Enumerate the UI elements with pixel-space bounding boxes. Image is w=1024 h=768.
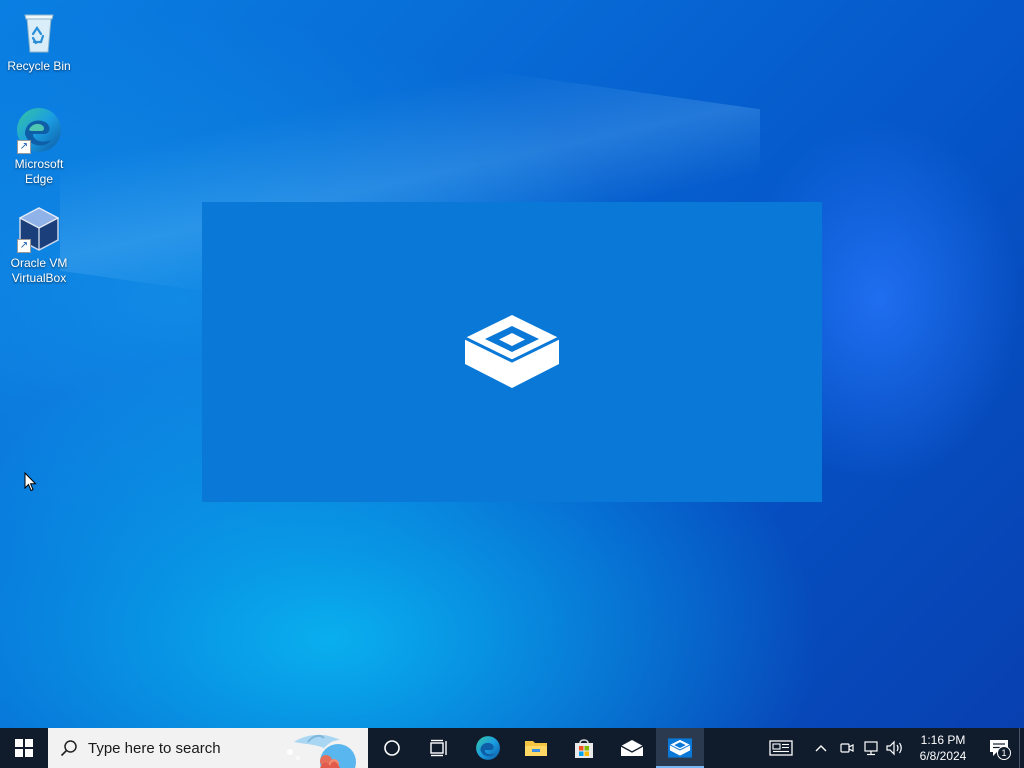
system-tray: 1:16 PM 6/8/2024 1 bbox=[761, 728, 1024, 768]
news-and-interests-button[interactable] bbox=[761, 728, 801, 768]
start-button[interactable] bbox=[0, 728, 48, 768]
file-explorer-icon bbox=[525, 741, 547, 756]
shortcut-arrow-icon: ↗ bbox=[17, 239, 31, 253]
recycle-bin-icon bbox=[15, 8, 63, 56]
edge-icon bbox=[476, 736, 500, 760]
shortcut-arrow-icon: ↗ bbox=[17, 140, 31, 154]
network-button[interactable] bbox=[859, 728, 883, 768]
meet-now-button[interactable] bbox=[835, 728, 859, 768]
task-view-icon bbox=[430, 739, 447, 757]
volume-button[interactable] bbox=[883, 728, 907, 768]
taskbar-file-explorer-button[interactable] bbox=[512, 728, 560, 768]
cortana-icon bbox=[384, 740, 400, 756]
taskbar-store-button[interactable] bbox=[560, 728, 608, 768]
sandbox-splash-window bbox=[202, 202, 822, 502]
desktop-icon-label: Oracle VM VirtualBox bbox=[10, 256, 68, 285]
action-center-button[interactable]: 1 bbox=[979, 728, 1019, 768]
show-hidden-icons-button[interactable] bbox=[807, 728, 835, 768]
taskbar: Type here to search 1:16 PM 6/8/2024 1 bbox=[0, 728, 1024, 768]
clock-time: 1:16 PM bbox=[920, 733, 966, 747]
show-desktop-button[interactable] bbox=[1019, 728, 1024, 768]
sandbox-icon bbox=[668, 738, 692, 758]
task-view-button[interactable] bbox=[416, 728, 464, 768]
search-icon bbox=[60, 740, 77, 757]
desktop-icon-label: Microsoft Edge bbox=[14, 157, 64, 186]
notification-count-badge: 1 bbox=[997, 746, 1011, 760]
mail-icon bbox=[620, 740, 644, 756]
volume-icon bbox=[886, 740, 902, 756]
desktop-icon-virtualbox[interactable]: ↗ Oracle VM VirtualBox bbox=[1, 205, 77, 286]
edge-icon: ↗ bbox=[15, 106, 63, 154]
taskbar-sandbox-button[interactable] bbox=[656, 728, 704, 768]
desktop[interactable]: Recycle Bin ↗ Microsoft Edge ↗ Oracle VM… bbox=[0, 0, 1024, 728]
windows-start-icon bbox=[15, 739, 33, 757]
network-icon bbox=[864, 741, 878, 756]
store-icon bbox=[575, 739, 593, 758]
sandbox-icon bbox=[464, 315, 560, 388]
taskbar-mail-button[interactable] bbox=[608, 728, 656, 768]
news-icon bbox=[769, 740, 793, 756]
taskbar-search-box[interactable]: Type here to search bbox=[48, 728, 368, 768]
chevron-up-icon bbox=[815, 745, 827, 752]
desktop-icon-label: Recycle Bin bbox=[7, 59, 71, 73]
mouse-cursor bbox=[24, 472, 37, 492]
search-highlight-illustration-icon[interactable] bbox=[284, 728, 368, 768]
taskbar-clock[interactable]: 1:16 PM 6/8/2024 bbox=[907, 732, 979, 764]
clock-date: 6/8/2024 bbox=[919, 749, 967, 763]
meet-now-icon bbox=[840, 743, 854, 753]
desktop-icon-microsoft-edge[interactable]: ↗ Microsoft Edge bbox=[1, 106, 77, 187]
desktop-icon-recycle-bin[interactable]: Recycle Bin bbox=[1, 8, 77, 74]
search-placeholder: Type here to search bbox=[88, 739, 221, 757]
virtualbox-icon: ↗ bbox=[15, 205, 63, 253]
taskbar-edge-button[interactable] bbox=[464, 728, 512, 768]
cortana-button[interactable] bbox=[368, 728, 416, 768]
